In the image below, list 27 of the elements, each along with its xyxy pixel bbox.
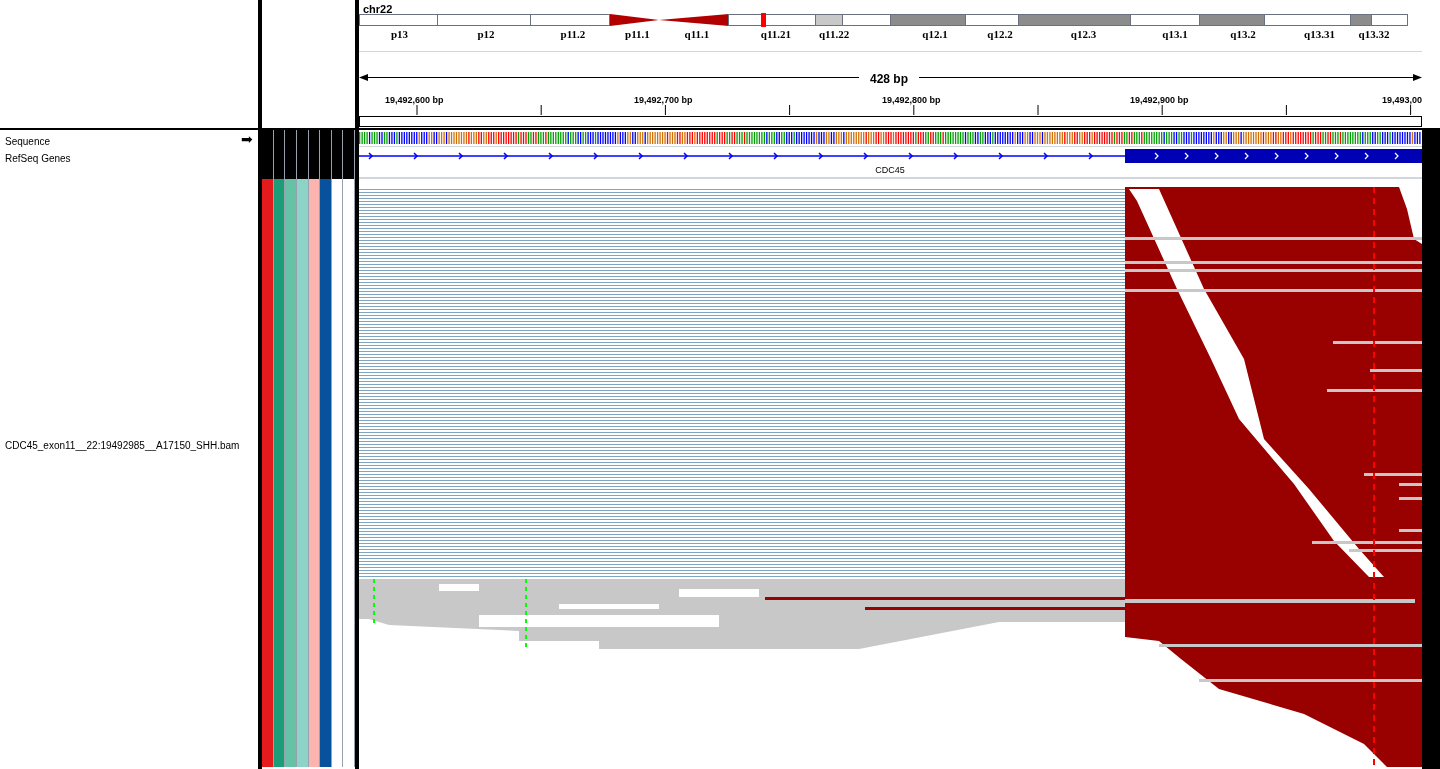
band-label: q13.32: [1358, 27, 1390, 42]
band-label: p11.1: [625, 27, 650, 42]
band-label: q12.2: [987, 27, 1013, 42]
current-region-marker: [761, 13, 766, 27]
tick-label: 19,492,800 bp: [882, 94, 941, 107]
tick-label: 19,492,600 bp: [385, 94, 444, 107]
tick-label: 19,493,00: [1381, 94, 1422, 107]
band-label: q11.22: [818, 27, 850, 42]
gene-label: CDC45: [874, 164, 906, 177]
band-label: p11.2: [560, 27, 586, 42]
band-label: q12.3: [1070, 27, 1097, 42]
band-label: q11.1: [684, 27, 710, 42]
band-label: p12: [477, 27, 495, 42]
band-label: q13.2: [1230, 27, 1256, 42]
track-name: Sequence: [5, 135, 51, 149]
chromosome-label: chr22: [363, 2, 393, 17]
chromosome-band: [1199, 14, 1265, 26]
band-label: q13.31: [1304, 27, 1335, 42]
track-name: RefSeq Genes: [5, 152, 71, 166]
band-label: p13: [390, 27, 409, 42]
strand-arrow[interactable]: ➡: [241, 134, 253, 144]
band-label: q11.21: [760, 27, 792, 42]
tick-label: 19,492,700 bp: [634, 94, 693, 107]
track-name: CDC45_exon11__22:19492985__A17150_SHH.bam: [5, 438, 240, 453]
band-label: q12.1: [922, 27, 948, 42]
band-label: q13.1: [1162, 27, 1188, 42]
tick-label: 19,492,900 bp: [1130, 94, 1189, 107]
